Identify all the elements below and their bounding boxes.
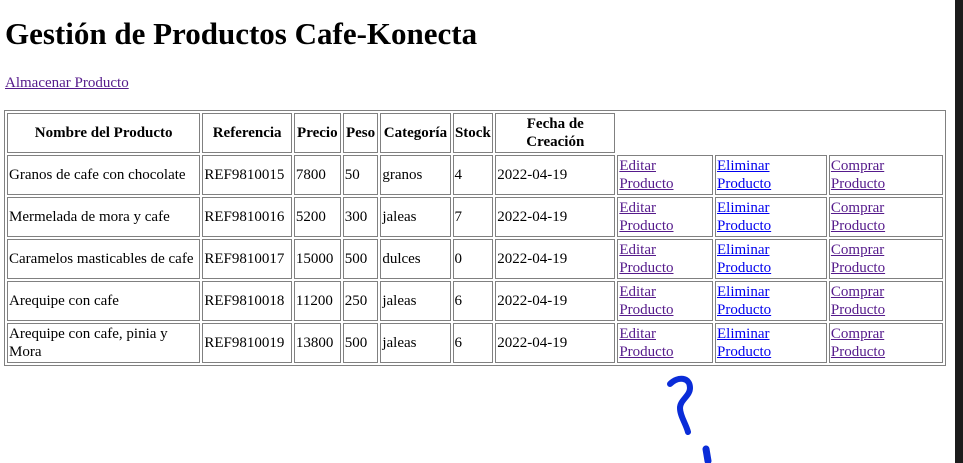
delete-product-link[interactable]: Eliminar Producto — [717, 284, 771, 318]
cell-precio: 7800 — [293, 155, 341, 195]
cell-action: Comprar Producto — [828, 323, 943, 363]
cell-fecha: 2022-04-19 — [495, 281, 616, 321]
cell-action: Comprar Producto — [828, 239, 943, 279]
cell-fecha: 2022-04-19 — [495, 197, 616, 237]
cell-nombre: Arequipe con cafe — [7, 281, 201, 321]
header-action-empty — [829, 113, 943, 153]
page: Gestión de Productos Cafe-Konecta Almace… — [0, 0, 955, 463]
buy-product-link[interactable]: Comprar Producto — [831, 284, 885, 318]
cell-stock: 0 — [452, 239, 494, 279]
cell-referencia: REF9810017 — [202, 239, 292, 279]
cell-action: Editar Producto — [617, 197, 713, 237]
store-product-link[interactable]: Almacenar Producto — [5, 74, 129, 92]
cell-precio: 13800 — [293, 323, 341, 363]
product-rows: Granos de cafe con chocolate REF9810015 78… — [7, 155, 943, 363]
table-row: Caramelos masticables de cafe REF9810017 1… — [7, 239, 943, 279]
cell-fecha: 2022-04-19 — [495, 155, 616, 195]
cell-action: Editar Producto — [617, 323, 713, 363]
cell-stock: 6 — [452, 323, 494, 363]
cell-action: Editar Producto — [617, 239, 713, 279]
buy-product-link[interactable]: Comprar Producto — [831, 200, 885, 234]
question-mark-dot — [702, 445, 712, 463]
header-action-empty — [617, 113, 713, 153]
cell-action: Comprar Producto — [828, 281, 943, 321]
cell-peso: 250 — [342, 281, 379, 321]
cell-stock: 6 — [452, 281, 494, 321]
window-edge — [955, 0, 963, 463]
table-row: Arequipe con cafe, pinia y Mora REF981001… — [7, 323, 943, 363]
header-peso: Peso — [342, 113, 379, 153]
cell-stock: 4 — [452, 155, 494, 195]
delete-product-link[interactable]: Eliminar Producto — [717, 200, 771, 234]
cell-precio: 5200 — [293, 197, 341, 237]
products-table: Nombre del Producto Referencia Precio Pe… — [4, 110, 946, 366]
cell-peso: 300 — [342, 197, 379, 237]
edit-product-link[interactable]: Editar Producto — [619, 200, 673, 234]
header-stock: Stock — [452, 113, 494, 153]
cell-categoria: granos — [380, 155, 451, 195]
cell-peso: 50 — [342, 155, 379, 195]
buy-product-link[interactable]: Comprar Producto — [831, 158, 885, 192]
cell-action: Comprar Producto — [828, 197, 943, 237]
cell-categoria: jaleas — [380, 281, 451, 321]
table-header-row: Nombre del Producto Referencia Precio Pe… — [7, 113, 943, 153]
cell-action: Editar Producto — [617, 155, 713, 195]
cell-referencia: REF9810016 — [202, 197, 292, 237]
cell-action: Eliminar Producto — [714, 197, 827, 237]
page-title: Gestión de Productos Cafe-Konecta — [5, 16, 478, 51]
cell-nombre: Caramelos masticables de cafe — [7, 239, 201, 279]
cell-action: Comprar Producto — [828, 155, 943, 195]
cell-peso: 500 — [342, 239, 379, 279]
cell-action: Eliminar Producto — [714, 155, 827, 195]
cell-referencia: REF9810019 — [202, 323, 292, 363]
table-row: Arequipe con cafe REF9810018 11200 250 jalea… — [7, 281, 943, 321]
handwritten-question-mark-icon — [667, 375, 712, 463]
header-action-empty — [715, 113, 827, 153]
cell-stock: 7 — [452, 197, 494, 237]
edit-product-link[interactable]: Editar Producto — [619, 242, 673, 276]
cell-referencia: REF9810018 — [202, 281, 292, 321]
header-precio: Precio — [293, 113, 341, 153]
cell-nombre: Arequipe con cafe, pinia y Mora — [7, 323, 201, 363]
cell-referencia: REF9810015 — [202, 155, 292, 195]
question-mark-stroke — [667, 375, 693, 435]
cell-action: Eliminar Producto — [714, 239, 827, 279]
cell-action: Eliminar Producto — [714, 281, 827, 321]
delete-product-link[interactable]: Eliminar Producto — [717, 158, 771, 192]
cell-precio: 15000 — [293, 239, 341, 279]
edit-product-link[interactable]: Editar Producto — [619, 158, 673, 192]
header-categoria: Categoría — [380, 113, 451, 153]
delete-product-link[interactable]: Eliminar Producto — [717, 242, 771, 276]
cell-categoria: jaleas — [380, 197, 451, 237]
table-row: Mermelada de mora y cafe REF9810016 5200 30… — [7, 197, 943, 237]
delete-product-link[interactable]: Eliminar Producto — [717, 326, 771, 360]
cell-categoria: jaleas — [380, 323, 451, 363]
header-fecha: Fecha de Creación — [495, 113, 616, 153]
cell-precio: 11200 — [293, 281, 341, 321]
cell-action: Eliminar Producto — [714, 323, 827, 363]
buy-product-link[interactable]: Comprar Producto — [831, 242, 885, 276]
header-referencia: Referencia — [202, 113, 292, 153]
cell-fecha: 2022-04-19 — [495, 323, 616, 363]
edit-product-link[interactable]: Editar Producto — [619, 326, 673, 360]
cell-nombre: Granos de cafe con chocolate — [7, 155, 201, 195]
cell-peso: 500 — [342, 323, 379, 363]
header-nombre: Nombre del Producto — [7, 113, 201, 153]
cell-fecha: 2022-04-19 — [495, 239, 616, 279]
table-row: Granos de cafe con chocolate REF9810015 78… — [7, 155, 943, 195]
cell-action: Editar Producto — [617, 281, 713, 321]
cell-categoria: dulces — [380, 239, 451, 279]
cell-nombre: Mermelada de mora y cafe — [7, 197, 201, 237]
edit-product-link[interactable]: Editar Producto — [619, 284, 673, 318]
buy-product-link[interactable]: Comprar Producto — [831, 326, 885, 360]
